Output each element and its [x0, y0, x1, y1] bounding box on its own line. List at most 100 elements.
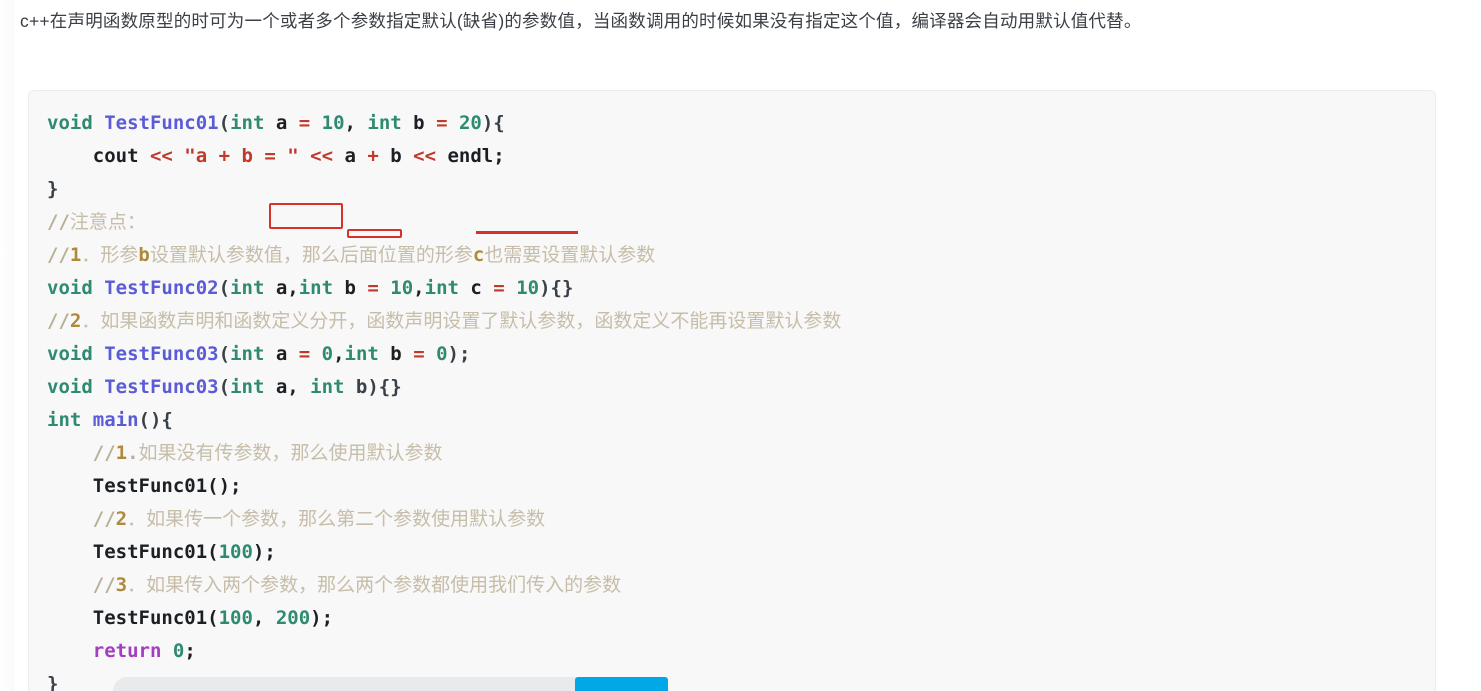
code-token: (	[218, 112, 231, 134]
code-line: cout << "a + b = " << a + b << endl;	[47, 140, 1435, 173]
code-token: 如果没有传参数，那么使用默认参数	[138, 443, 443, 464]
code-line: void TestFunc03(int a = 0,int b = 0);	[47, 338, 1435, 371]
code-line: void TestFunc02(int a,int b = 10,int c =…	[47, 272, 1435, 305]
code-token: TestFunc01(	[47, 541, 219, 563]
code-token: b	[138, 244, 150, 266]
code-token: TestFunc01	[104, 112, 219, 134]
code-token: 2	[115, 508, 128, 530]
code-token: }	[47, 178, 59, 200]
code-token: void	[47, 376, 93, 398]
code-line: //2．如果传一个参数，那么第二个参数使用默认参数	[47, 503, 1435, 536]
code-token: (	[218, 376, 231, 398]
code-token: void	[47, 112, 93, 134]
code-token: ,	[344, 112, 368, 134]
code-token: 注意点：	[69, 212, 146, 233]
code-token: =	[367, 277, 379, 299]
code-token: ,	[413, 277, 425, 299]
code-token: endl;	[436, 145, 505, 167]
code-token: TestFunc03	[104, 376, 219, 398]
code-token: 100	[218, 607, 253, 629]
code-line: }	[47, 173, 1435, 206]
code-token: int	[230, 376, 265, 398]
code-token: main	[92, 409, 139, 431]
code-token: ;	[184, 640, 196, 662]
code-line: //1.如果没有传参数，那么使用默认参数	[47, 437, 1435, 470]
code-content[interactable]: void TestFunc01(int a = 10, int b = 20){…	[29, 91, 1435, 691]
code-token: =	[493, 277, 505, 299]
code-token: a	[264, 343, 299, 365]
code-token: 10	[390, 277, 414, 299]
code-line: }	[47, 668, 1435, 691]
code-token: );	[252, 541, 276, 563]
code-line: void TestFunc03(int a, int b){}	[47, 371, 1435, 404]
code-token: ．如果传一个参数，那么第二个参数使用默认参数	[127, 509, 546, 530]
code-token: ．如果传入两个参数，那么两个参数都使用我们传入的参数	[127, 575, 622, 596]
code-token: );	[310, 607, 334, 629]
code-token: void	[47, 343, 93, 365]
code-token: return	[92, 640, 162, 662]
code-token: int	[310, 376, 345, 398]
code-token: int	[230, 277, 265, 299]
code-token: <<	[310, 145, 334, 167]
code-token: int	[47, 409, 82, 431]
code-block-card: void TestFunc01(int a = 10, int b = 20){…	[28, 90, 1436, 691]
code-token: b	[401, 112, 437, 134]
code-token: b	[333, 277, 368, 299]
code-token: ){	[481, 112, 505, 134]
code-token: );	[447, 343, 471, 365]
code-line: //2．如果函数声明和函数定义分开，函数声明设置了默认参数，函数定义不能再设置默…	[47, 305, 1435, 338]
code-token: ,	[252, 607, 276, 629]
code-token: a	[333, 145, 368, 167]
code-line: //1．形参b设置默认参数值，那么后面位置的形参c也需要设置默认参数	[47, 239, 1435, 272]
code-token: 10	[321, 112, 345, 134]
code-token: "a + b = "	[184, 145, 299, 167]
code-token: =	[436, 112, 448, 134]
code-token: ,	[333, 343, 345, 365]
code-token: }	[47, 673, 59, 691]
code-token: =	[413, 343, 425, 365]
code-token: a,	[264, 376, 311, 398]
code-token: (){	[138, 409, 173, 431]
code-line: TestFunc01();	[47, 470, 1435, 503]
code-token: int	[424, 277, 459, 299]
code-token: ．	[81, 245, 101, 266]
code-line: int main(){	[47, 404, 1435, 437]
code-token: void	[47, 277, 93, 299]
code-token: (	[218, 277, 231, 299]
code-token: //	[47, 211, 70, 233]
code-token: TestFunc03	[104, 343, 219, 365]
code-token: int	[344, 343, 379, 365]
code-line: //注意点：	[47, 206, 1435, 239]
code-token: //	[47, 574, 116, 596]
code-token: 3	[115, 574, 128, 596]
code-token: TestFunc01(	[47, 607, 219, 629]
code-token: 10	[516, 277, 540, 299]
code-token: .	[127, 442, 139, 464]
code-line: //3．如果传入两个参数，那么两个参数都使用我们传入的参数	[47, 569, 1435, 602]
code-token: <<	[149, 145, 173, 167]
code-token: int	[230, 112, 265, 134]
code-token: int	[367, 112, 402, 134]
code-line: return 0;	[47, 635, 1435, 668]
code-token: =	[298, 112, 311, 134]
code-token: 20	[458, 112, 482, 134]
code-token: 200	[275, 607, 311, 629]
intro-paragraph: c++在声明函数原型的时可为一个或者多个参数指定默认(缺省)的参数值，当函数调用…	[20, 11, 1142, 31]
code-token: b){}	[344, 376, 402, 398]
code-token: TestFunc02	[104, 277, 219, 299]
code-token: c	[472, 244, 485, 266]
code-token: b	[378, 145, 414, 167]
code-token: ){}	[539, 277, 574, 299]
